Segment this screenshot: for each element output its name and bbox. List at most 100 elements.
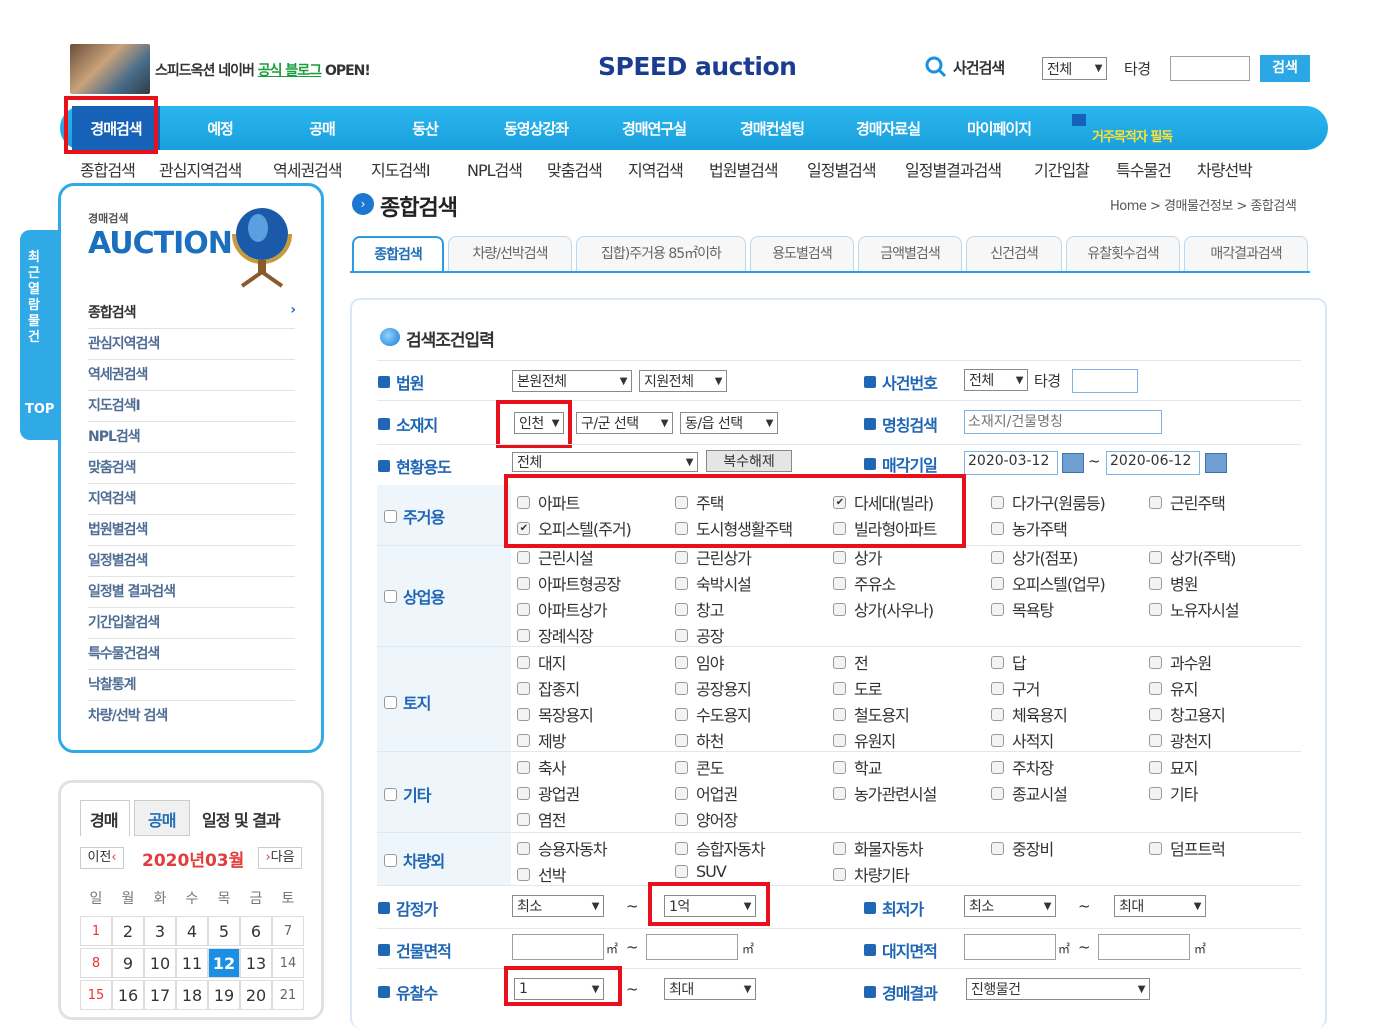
checkbox-icon[interactable] [675,495,688,509]
land-option[interactable]: 제방 [517,728,566,752]
commercial-option[interactable]: 근린상가 [675,545,752,569]
cal-day[interactable]: 7 [272,916,304,946]
side-link-stats[interactable]: 낙찰통계 [88,674,295,701]
land-option[interactable]: 목장용지 [517,702,594,726]
commercial-option[interactable]: 병원 [1149,571,1198,595]
case-number-input[interactable] [1170,56,1250,81]
sale-date-to-input[interactable]: 2020-06-12 [1106,451,1200,475]
nav-banner[interactable]: 거주목적자 필독 [1092,126,1173,145]
residential-option[interactable]: 주택 [675,490,724,514]
sale-date-from-input[interactable]: 2020-03-12 [964,451,1058,475]
case-no-select[interactable]: 전체 ▼ [964,369,1028,391]
checkbox-icon[interactable] [517,812,530,826]
usage-select[interactable]: 전체 ▼ [512,452,698,472]
checkbox-icon[interactable] [833,521,846,535]
residential-label[interactable]: 주거용 [384,504,445,528]
location-dong-select[interactable]: 동/읍 선택 ▼ [680,412,778,434]
subnav-vehicle[interactable]: 차량선박 [1197,157,1253,181]
vehicle-label[interactable]: 차량외 [384,848,445,872]
checkbox-icon[interactable] [833,655,846,669]
land-option[interactable]: 수도용지 [675,702,752,726]
subnav-interest-area[interactable]: 관심지역검색 [159,157,242,181]
checkbox-icon[interactable] [675,628,688,642]
land-option[interactable]: 창고용지 [1149,702,1226,726]
side-link-period-bid[interactable]: 기간입찰검색 [88,612,295,639]
case-no-input[interactable] [1072,369,1138,393]
blog-promo-text[interactable]: 스피드옥션 네이버 공식 블로그 OPEN! [155,60,371,80]
residential-option[interactable]: 농가주택 [991,516,1068,540]
etc-option[interactable]: 농가관련시설 [833,781,937,805]
tab-vehicle[interactable]: 차량/선박검색 [448,236,572,272]
nav-movables[interactable]: 동산 [412,118,439,139]
side-link-vehicle[interactable]: 차량/선박 검색 [88,705,295,731]
residential-option[interactable]: 도시형생활주택 [675,516,793,540]
commercial-option[interactable]: 근린시설 [517,545,594,569]
etc-option[interactable]: 종교시설 [991,781,1068,805]
residential-option[interactable]: ✔ 오피스텔(주거) [517,516,632,540]
checkbox-icon[interactable] [517,707,530,721]
checkbox-icon[interactable] [517,867,530,881]
blog-promo-image[interactable] [70,44,150,94]
tab-collective-residential[interactable]: 집합)주거용 85㎡이하 [576,236,746,272]
subnav-station[interactable]: 역세권검색 [273,157,343,181]
etc-option[interactable]: 콘도 [675,755,724,779]
nav-mypage[interactable]: 마이페이지 [967,118,1032,139]
vehicle-option[interactable]: 선박 [517,862,566,886]
cal-tab-public[interactable]: 공매 [148,807,176,831]
vehicle-option[interactable]: 승합자동차 [675,836,766,860]
commercial-option[interactable]: 상가 [833,545,882,569]
vehicle-option[interactable]: SUV [675,862,727,881]
cal-tab-schedule-result[interactable]: 일정 및 결과 [202,807,281,831]
checkbox-icon[interactable] [1149,602,1162,616]
etc-option[interactable]: 양어장 [675,807,738,831]
cal-day[interactable]: 12 [208,948,240,978]
fail-max-select[interactable]: 최대 ▼ [664,978,756,1000]
checkbox-icon[interactable] [833,733,846,747]
subcourt-select[interactable]: 지원전체 ▼ [639,370,727,392]
top-button[interactable]: TOP [25,402,54,417]
checkbox-icon[interactable] [517,628,530,642]
checkbox-icon[interactable] [675,707,688,721]
checkbox-icon[interactable] [1149,550,1162,564]
usage-reset-button[interactable]: 복수해제 [706,450,792,472]
nav-archive[interactable]: 경매자료실 [856,118,921,139]
checkbox-icon[interactable] [517,602,530,616]
checkbox-icon[interactable] [675,733,688,747]
land-option[interactable]: 사적지 [991,728,1054,752]
checkbox-icon[interactable] [517,576,530,590]
checkbox-icon[interactable] [991,602,1004,616]
side-link-schedule[interactable]: 일정별검색 [88,550,295,577]
location-gu-select[interactable]: 구/군 선택 ▼ [576,412,673,434]
vehicle-option[interactable]: 덤프트럭 [1149,836,1226,860]
checkbox-icon[interactable] [991,521,1004,535]
commercial-option[interactable]: 숙박시설 [675,571,752,595]
checkbox-icon[interactable] [833,867,846,881]
cal-day[interactable]: 16 [112,980,144,1010]
commercial-option[interactable]: 상가(사우나) [833,597,934,621]
location-city-select[interactable]: 인천 ▼ [514,412,564,434]
etc-option[interactable]: 주차장 [991,755,1054,779]
land-option[interactable]: 전 [833,650,869,674]
commercial-option[interactable]: 오피스텔(업무) [991,571,1106,595]
cal-day[interactable]: 21 [272,980,304,1010]
etc-option[interactable]: 염전 [517,807,566,831]
commercial-option[interactable]: 아파트형공장 [517,571,621,595]
land-area-max-input[interactable] [1098,934,1190,960]
checkbox-icon[interactable] [517,760,530,774]
etc-option[interactable]: 어업권 [675,781,738,805]
checkbox-icon[interactable] [991,681,1004,695]
site-logo[interactable]: SPEED auction [598,52,797,81]
checkbox-icon[interactable] [675,681,688,695]
nav-research[interactable]: 경매연구실 [622,118,687,139]
cal-day[interactable]: 11 [176,948,208,978]
checkbox-icon[interactable] [833,602,846,616]
checkbox-icon[interactable] [833,841,846,855]
appraisal-max-select[interactable]: 1억 ▼ [664,895,756,917]
subnav-map[interactable]: 지도검색Ⅰ [371,157,431,181]
checkbox-icon[interactable] [517,681,530,695]
tab-usage[interactable]: 용도별검색 [750,236,854,272]
cal-day[interactable]: 20 [240,980,272,1010]
checkbox-icon[interactable] [675,786,688,800]
case-type-select[interactable]: 전체 ▼ [1042,57,1107,80]
cal-prev-button[interactable]: 이전‹ [80,847,124,869]
